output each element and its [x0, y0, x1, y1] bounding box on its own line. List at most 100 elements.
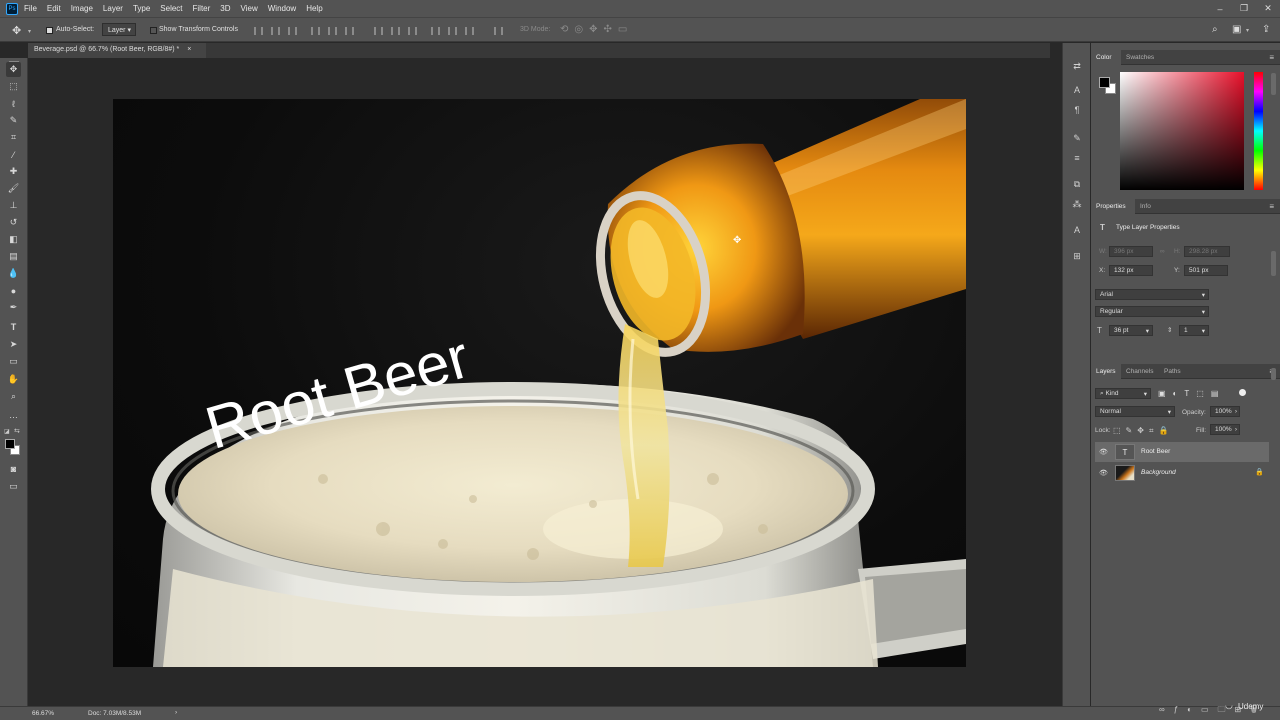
lasso-tool-icon[interactable]: ℓ [6, 96, 21, 111]
font-family-dropdown[interactable]: Arial ▾ [1095, 289, 1209, 300]
align-hcenter-icon[interactable] [328, 27, 337, 35]
3d-mode-icons[interactable]: ⟲◎✥✣▭ [560, 24, 633, 35]
stamp-tool-icon[interactable]: ⊥ [6, 198, 21, 213]
photoshop-logo[interactable]: Ps [6, 2, 18, 15]
maximize-icon[interactable]: ❐ [1232, 0, 1256, 17]
color-fg-swatch[interactable] [1099, 77, 1110, 88]
tab-swatches[interactable]: Swatches [1121, 50, 1161, 65]
distribute-hcenter-icon[interactable] [448, 27, 457, 35]
leading-field[interactable]: 1 ▾ [1179, 325, 1209, 336]
menu-3d[interactable]: 3D [220, 4, 230, 13]
brush-tool-icon[interactable]: 🖌 [6, 181, 21, 196]
fill-field[interactable]: 100% › [1210, 424, 1240, 435]
layer-filter-icons[interactable]: ▣◐T⬚▤ [1158, 389, 1225, 398]
layer-row-root-beer[interactable]: 👁 T Root Beer [1095, 442, 1269, 462]
menu-edit[interactable]: Edit [47, 4, 61, 13]
y-field[interactable]: 501 px [1184, 265, 1228, 276]
brush-settings-icon[interactable]: ✎ [1070, 131, 1084, 145]
properties-scrollbar[interactable] [1271, 251, 1276, 276]
dodge-tool-icon[interactable]: ● [6, 283, 21, 298]
layer-name[interactable]: Root Beer [1141, 448, 1170, 455]
tab-color[interactable]: Color [1091, 50, 1121, 65]
menu-window[interactable]: Window [268, 4, 296, 13]
gradient-tool-icon[interactable]: ▤ [6, 249, 21, 264]
auto-align-icon[interactable] [494, 27, 503, 35]
distribute-bottom-icon[interactable] [408, 27, 417, 35]
color-panel-menu-icon[interactable]: ≡ [1269, 53, 1274, 62]
close-tab-icon[interactable]: × [187, 46, 191, 53]
character-styles-icon[interactable]: A [1070, 223, 1084, 237]
eraser-tool-icon[interactable]: ◧ [6, 232, 21, 247]
hand-tool-icon[interactable]: ✋ [6, 372, 21, 387]
history-brush-tool-icon[interactable]: ↺ [6, 215, 21, 230]
menu-image[interactable]: Image [71, 4, 93, 13]
document-tab[interactable]: Beverage.psd @ 66.7% (Root Beer, RGB/8#)… [28, 43, 206, 58]
quick-mask-icon[interactable]: ◙ [6, 461, 21, 476]
move-tool-icon[interactable]: ✥ [12, 24, 26, 38]
history-panel-icon[interactable]: ⇄ [1070, 59, 1084, 73]
layer-filter-dropdown[interactable]: ⌕ Kind ▾ [1095, 388, 1151, 399]
hue-slider[interactable] [1254, 72, 1263, 190]
font-style-dropdown[interactable]: Regular ▾ [1095, 306, 1209, 317]
type-tool-icon[interactable]: T [6, 319, 21, 334]
blend-mode-dropdown[interactable]: Normal ▾ [1095, 406, 1175, 417]
align-right-icon[interactable] [345, 27, 354, 35]
healing-tool-icon[interactable]: ✚ [6, 164, 21, 179]
menu-filter[interactable]: Filter [193, 4, 211, 13]
w-field[interactable]: 396 px [1109, 246, 1153, 257]
opacity-field[interactable]: 100% › [1210, 406, 1240, 417]
lock-icons[interactable]: ⬚✎✥⌗🔒 [1113, 426, 1173, 436]
status-expand-icon[interactable]: › [175, 709, 177, 716]
more-tools-icon[interactable]: … [6, 407, 21, 422]
swap-colors-icon[interactable]: ⇆ [14, 427, 20, 435]
menu-layer[interactable]: Layer [103, 4, 123, 13]
move-tool-icon[interactable]: ✥ [6, 62, 21, 77]
foreground-color-swatch[interactable] [5, 439, 15, 449]
properties-dock-icon[interactable]: ⊞ [1070, 249, 1084, 263]
align-vcenter-icon[interactable] [271, 27, 280, 35]
h-field[interactable]: 298.28 px [1184, 246, 1230, 257]
menu-select[interactable]: Select [160, 4, 182, 13]
shape-tool-icon[interactable]: ▭ [6, 354, 21, 369]
distribute-vcenter-icon[interactable] [391, 27, 400, 35]
quick-select-tool-icon[interactable]: ✎ [6, 113, 21, 128]
x-field[interactable]: 132 px [1109, 265, 1153, 276]
zoom-level[interactable]: 66.67% [32, 710, 54, 717]
font-size-field[interactable]: 36 pt ▾ [1109, 325, 1153, 336]
menu-file[interactable]: File [24, 4, 37, 13]
adjustments-icon[interactable]: ≡ [1070, 151, 1084, 165]
pen-tool-icon[interactable]: ✒ [6, 300, 21, 315]
layers-scrollbar[interactable] [1271, 368, 1276, 380]
screen-mode-icon[interactable]: ▭ [6, 479, 21, 494]
tab-paths[interactable]: Paths [1159, 364, 1189, 379]
character-panel-icon[interactable]: A [1070, 83, 1084, 97]
filter-toggle-icon[interactable] [1239, 389, 1246, 396]
menu-help[interactable]: Help [306, 4, 322, 13]
share-icon[interactable]: ⇪ [1262, 24, 1270, 35]
color-picker-field[interactable] [1120, 72, 1244, 190]
tab-layers[interactable]: Layers [1091, 364, 1121, 379]
eyedropper-tool-icon[interactable]: ⁄ [6, 147, 21, 162]
close-window-icon[interactable]: ✕ [1256, 0, 1280, 17]
auto-select-dropdown[interactable]: Layer ▾ [102, 23, 136, 36]
minimize-icon[interactable]: – [1208, 0, 1232, 17]
search-icon[interactable]: ⌕ [1212, 24, 1218, 35]
layer-visibility-eye-icon[interactable]: 👁 [1099, 469, 1108, 477]
paragraph-panel-icon[interactable]: ¶ [1070, 103, 1084, 117]
show-transform-checkbox[interactable] [150, 27, 157, 34]
distribute-left-icon[interactable] [431, 27, 440, 35]
align-bottom-icon[interactable] [288, 27, 297, 35]
properties-panel-menu-icon[interactable]: ≡ [1269, 202, 1274, 211]
tab-info[interactable]: Info [1135, 199, 1161, 214]
menu-view[interactable]: View [241, 4, 258, 13]
align-left-icon[interactable] [311, 27, 320, 35]
crop-tool-icon[interactable]: ⌗ [6, 130, 21, 145]
document-canvas[interactable]: Root Beer ✥ [113, 99, 966, 667]
path-select-tool-icon[interactable]: ➤ [6, 337, 21, 352]
distribute-right-icon[interactable] [465, 27, 474, 35]
auto-select-checkbox[interactable] [46, 27, 53, 34]
layer-row-background[interactable]: 👁 Background 🔒 [1095, 463, 1269, 483]
marquee-tool-icon[interactable]: ⬚ [6, 79, 21, 94]
layer-lock-icon[interactable]: 🔒 [1255, 468, 1264, 476]
tab-properties[interactable]: Properties [1091, 199, 1135, 214]
